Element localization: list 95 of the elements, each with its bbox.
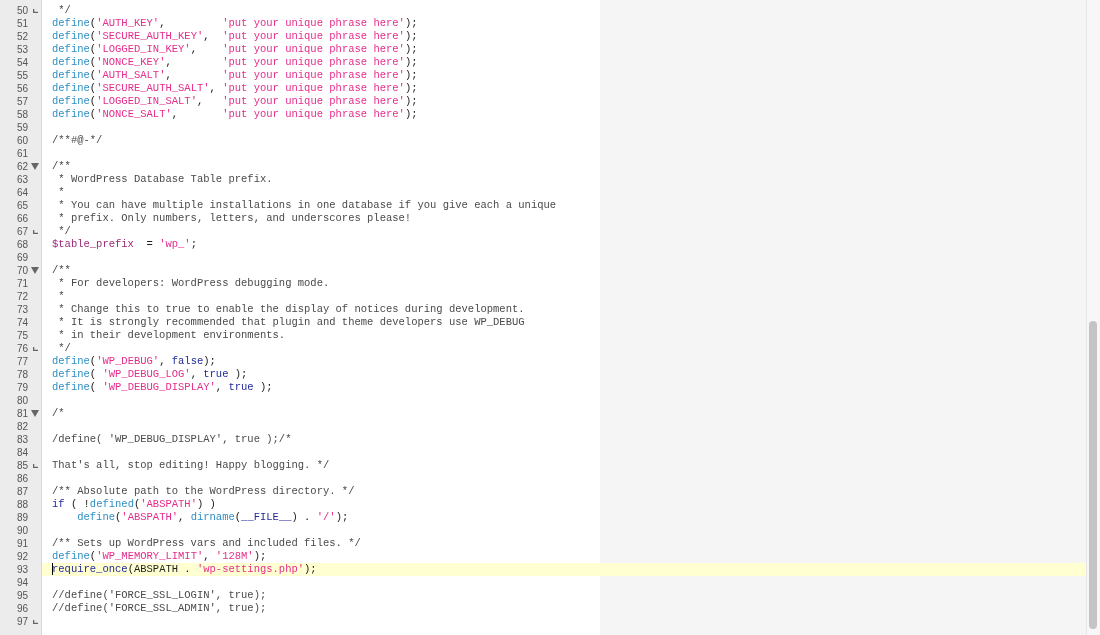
line-number: 75 (15, 329, 28, 342)
line-number: 51 (15, 17, 28, 30)
code-line: define('ABSPATH', dirname(__FILE__) . '/'); (76, 511, 350, 524)
line-number: 85 (15, 459, 28, 472)
code-line: /** (51, 264, 72, 277)
code-line: * WordPress Database Table prefix. (57, 173, 274, 186)
code-line: /** Sets up WordPress vars and included files. */ (51, 537, 362, 550)
line-number: 67 (15, 225, 28, 238)
code-line: * For developers: WordPress debugging mode. (57, 277, 331, 290)
text-cursor (52, 563, 53, 575)
line-number: 71 (15, 277, 28, 290)
code-line: define('NONCE_SALT', 'put your unique phrase here'); (51, 108, 419, 121)
line-number: 76 (15, 342, 28, 355)
line-number: 52 (15, 30, 28, 43)
code-line: define('WP_MEMORY_LIMIT', '128M'); (51, 550, 268, 563)
line-number: 72 (15, 290, 28, 303)
fold-end-icon[interactable] (32, 463, 38, 468)
line-number: 66 (15, 212, 28, 225)
line-number: 50 (15, 4, 28, 17)
line-number: 97 (15, 615, 28, 628)
line-number: 58 (15, 108, 28, 121)
code-line: define('LOGGED_IN_SALT', 'put your unique phrase here'); (51, 95, 419, 108)
code-line: if ( !defined('ABSPATH') ) (51, 498, 217, 511)
line-number: 93 (15, 563, 28, 576)
line-number: 86 (15, 472, 28, 485)
line-number: 59 (15, 121, 28, 134)
code-line: * (57, 290, 66, 303)
code-line: define('SECURE_AUTH_KEY', 'put your unique phrase here'); (51, 30, 419, 43)
code-line: * in their development environments. (57, 329, 287, 342)
code-line: define('LOGGED_IN_KEY', 'put your unique phrase here'); (51, 43, 419, 56)
code-line: /**#@-*/ (51, 134, 104, 147)
code-line: * Change this to true to enable the display of notices during development. (57, 303, 526, 316)
line-number: 53 (15, 43, 28, 56)
code-line: /define( 'WP_DEBUG_DISPLAY', true );/* (51, 433, 293, 446)
line-number: 79 (15, 381, 28, 394)
code-line: /* (51, 407, 66, 420)
line-number: 60 (15, 134, 28, 147)
line-number: 69 (15, 251, 28, 264)
code-line: define('AUTH_SALT', 'put your unique phrase here'); (51, 69, 419, 82)
line-number: 62 (15, 160, 28, 173)
line-number: 96 (15, 602, 28, 615)
code-line: /** (51, 160, 72, 173)
code-line: * You can have multiple installations in one database if you give each a unique (57, 199, 558, 212)
line-number: 64 (15, 186, 28, 199)
fold-triangle-icon[interactable] (31, 267, 39, 274)
code-line: $table_prefix = 'wp_'; (51, 238, 198, 251)
code-line: define( 'WP_DEBUG_DISPLAY', true ); (51, 381, 274, 394)
line-number: 88 (15, 498, 28, 511)
code-line: define( 'WP_DEBUG_LOG', true ); (51, 368, 249, 381)
line-number: 63 (15, 173, 28, 186)
line-number: 70 (15, 264, 28, 277)
line-number: 91 (15, 537, 28, 550)
line-number: 56 (15, 82, 28, 95)
code-line: define('AUTH_KEY', 'put your unique phrase here'); (51, 17, 419, 30)
code-line: */ (57, 4, 72, 17)
code-line: define('WP_DEBUG', false); (51, 355, 217, 368)
line-number: 87 (15, 485, 28, 498)
line-number: 61 (15, 147, 28, 160)
code-line: //define('FORCE_SSL_LOGIN', true); (51, 589, 268, 602)
line-number: 65 (15, 199, 28, 212)
line-number: 80 (15, 394, 28, 407)
line-number: 84 (15, 446, 28, 459)
fold-end-icon[interactable] (32, 229, 38, 234)
code-line: */ (57, 342, 72, 355)
code-line: */ (57, 225, 72, 238)
line-number: 81 (15, 407, 28, 420)
code-line: //define('FORCE_SSL_ADMIN', true); (51, 602, 268, 615)
code-line: define('SECURE_AUTH_SALT', 'put your unique phrase here'); (51, 82, 419, 95)
code-line: * prefix. Only numbers, letters, and underscores please! (57, 212, 413, 225)
line-number: 95 (15, 589, 28, 602)
line-number: 77 (15, 355, 28, 368)
line-number: 89 (15, 511, 28, 524)
line-number: 68 (15, 238, 28, 251)
fold-triangle-icon[interactable] (31, 163, 39, 170)
line-number: 73 (15, 303, 28, 316)
line-number: 82 (15, 420, 28, 433)
fold-end-icon[interactable] (32, 8, 38, 13)
scrollbar-thumb[interactable] (1089, 321, 1097, 629)
code-line: * (57, 186, 66, 199)
code-line: That's all, stop editing! Happy blogging. */ (51, 459, 331, 472)
line-number: 83 (15, 433, 28, 446)
line-number: 94 (15, 576, 28, 589)
fold-triangle-icon[interactable] (31, 410, 39, 417)
line-number: 90 (15, 524, 28, 537)
fold-end-icon[interactable] (32, 346, 38, 351)
line-number: 92 (15, 550, 28, 563)
line-number: 74 (15, 316, 28, 329)
line-number: 55 (15, 69, 28, 82)
fold-end-icon[interactable] (32, 619, 38, 624)
line-number: 54 (15, 56, 28, 69)
code-line: /** Absolute path to the WordPress directory. */ (51, 485, 356, 498)
line-number: 78 (15, 368, 28, 381)
line-number: 57 (15, 95, 28, 108)
code-line: define('NONCE_KEY', 'put your unique phrase here'); (51, 56, 419, 69)
code-line: * It is strongly recommended that plugin and theme developers use WP_DEBUG (57, 316, 526, 329)
